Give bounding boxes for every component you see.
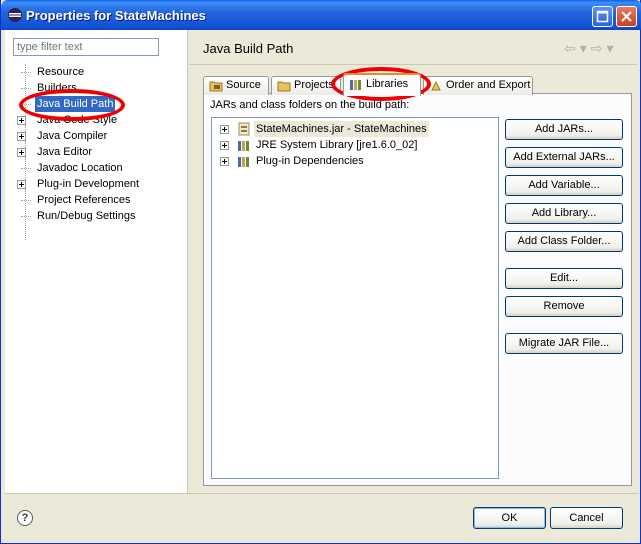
tab-label: Projects <box>294 79 334 91</box>
eclipse-icon <box>8 8 22 22</box>
tree-connector <box>21 168 31 169</box>
tab-order-and-export[interactable]: Order and Export <box>423 76 533 95</box>
properties-dialog: Properties for StateMachines Resource Bui… <box>0 0 641 544</box>
page-title: Java Build Path <box>203 41 294 56</box>
tree-item[interactable]: Builders <box>13 80 183 96</box>
list-item-label: Plug-in Dependencies <box>256 155 364 167</box>
ok-button[interactable]: OK <box>473 507 546 529</box>
tree-item[interactable]: Java Compiler <box>13 128 183 144</box>
title-separator <box>189 64 637 65</box>
tree-item-label: Java Editor <box>37 146 93 158</box>
history-nav[interactable]: ⇦▾⇨▾ <box>564 40 624 56</box>
tree-connector <box>21 216 31 217</box>
tree-item[interactable]: Java Editor <box>13 144 183 160</box>
expand-toggle[interactable] <box>17 132 26 141</box>
tab-label: Order and Export <box>446 79 531 91</box>
tree-connector <box>21 72 31 73</box>
tree-item-label: Run/Debug Settings <box>37 210 136 222</box>
tree-item-label: Java Code Style <box>37 114 118 126</box>
expand-toggle[interactable] <box>17 180 26 189</box>
tab-label: Source <box>226 79 261 91</box>
expand-toggle[interactable] <box>220 141 229 150</box>
build-path-list[interactable]: StateMachines.jar - StateMachines JRE Sy… <box>211 117 499 479</box>
order-export-icon <box>431 80 441 91</box>
expand-toggle[interactable] <box>17 148 26 157</box>
add-variable-button[interactable]: Add Variable... <box>505 175 623 196</box>
property-tree: Resource Builders Java Build Path Java Code… <box>13 64 183 240</box>
tab-libraries[interactable]: Libraries <box>343 73 421 96</box>
expand-toggle[interactable] <box>220 125 229 134</box>
library-icon <box>238 157 249 167</box>
list-item-label: JRE System Library [jre1.6.0_02] <box>256 139 418 151</box>
list-item-label: StateMachines.jar - StateMachines <box>254 121 429 137</box>
help-icon[interactable]: ? <box>17 510 33 526</box>
tree-item-label: Project References <box>37 194 131 206</box>
tree-item-label: Plug-in Development <box>37 178 140 190</box>
cancel-button[interactable]: Cancel <box>550 507 623 529</box>
jar-icon <box>238 122 250 136</box>
tree-item[interactable]: Plug-in Development <box>13 176 183 192</box>
maximize-button[interactable] <box>592 6 613 27</box>
tab-source[interactable]: Source <box>203 76 269 95</box>
edit-button[interactable]: Edit... <box>505 268 623 289</box>
source-folder-icon <box>209 81 223 92</box>
tree-item[interactable]: Java Build Path <box>13 96 183 112</box>
migrate-jar-button[interactable]: Migrate JAR File... <box>505 333 623 354</box>
footer-separator <box>5 493 638 494</box>
library-icon <box>350 80 361 90</box>
forward-arrow-icon[interactable]: ⇨▾ <box>591 40 618 56</box>
tree-item[interactable]: Project References <box>13 192 183 208</box>
list-label: JARs and class folders on the build path… <box>210 99 410 111</box>
tree-item-label: Builders <box>37 82 77 94</box>
tree-item[interactable]: Resource <box>13 64 183 80</box>
left-pane: Resource Builders Java Build Path Java Code… <box>5 30 188 493</box>
add-external-jars-button[interactable]: Add External JARs... <box>505 147 623 168</box>
tree-connector <box>21 200 31 201</box>
tree-connector <box>21 88 31 89</box>
back-arrow-icon[interactable]: ⇦▾ <box>564 40 591 56</box>
tree-item-label: Resource <box>37 66 85 78</box>
close-button[interactable] <box>616 6 637 27</box>
add-library-button[interactable]: Add Library... <box>505 203 623 224</box>
tree-item-label: Javadoc Location <box>37 162 123 174</box>
tab-projects[interactable]: Projects <box>271 76 341 95</box>
window-title: Properties for StateMachines <box>26 8 206 23</box>
tree-connector <box>21 104 31 105</box>
tree-item[interactable]: Run/Debug Settings <box>13 208 183 224</box>
maximize-icon <box>596 10 609 23</box>
expand-toggle[interactable] <box>220 157 229 166</box>
add-class-folder-button[interactable]: Add Class Folder... <box>505 231 623 252</box>
tab-label: Libraries <box>366 78 409 90</box>
expand-toggle[interactable] <box>17 116 26 125</box>
tree-item[interactable]: Javadoc Location <box>13 160 183 176</box>
title-bar[interactable]: Properties for StateMachines <box>1 0 641 30</box>
tree-item-label: Java Compiler <box>37 130 108 142</box>
filter-input[interactable] <box>13 38 159 56</box>
tree-item[interactable]: Java Code Style <box>13 112 183 128</box>
remove-button[interactable]: Remove <box>505 296 623 317</box>
project-icon <box>277 81 291 92</box>
library-icon <box>238 141 249 151</box>
add-jars-button[interactable]: Add JARs... <box>505 119 623 140</box>
tree-item-label: Java Build Path <box>35 96 116 112</box>
close-icon <box>621 11 632 22</box>
